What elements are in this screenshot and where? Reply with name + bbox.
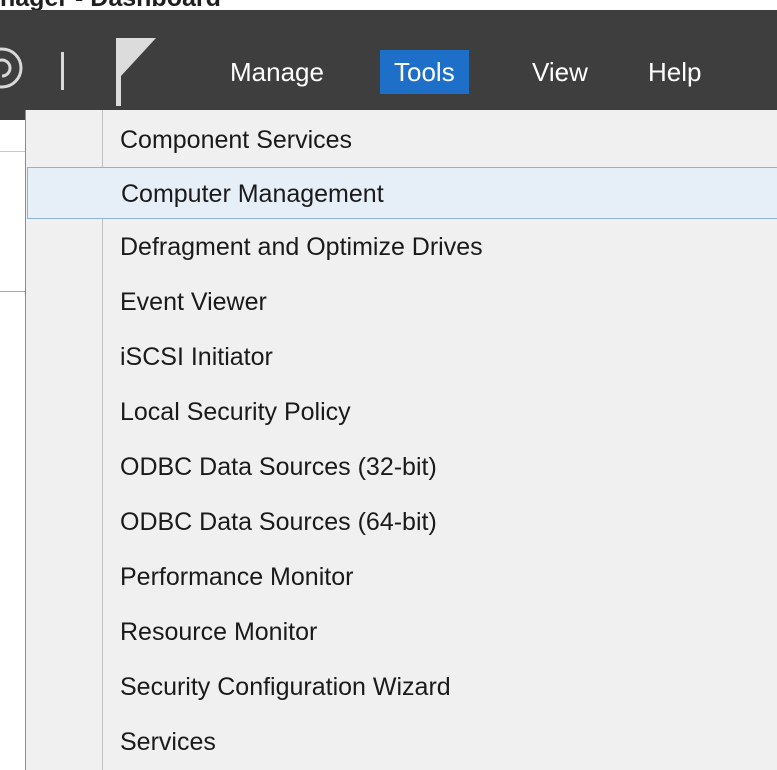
menu-item-defragment-optimize-drives[interactable]: Defragment and Optimize Drives bbox=[27, 221, 777, 273]
menu-item-label: ODBC Data Sources (32-bit) bbox=[120, 453, 437, 481]
toolbar: Manage Tools View Help bbox=[0, 10, 777, 120]
window-title-partial: nager - Dashboard bbox=[0, 0, 221, 10]
menu-item-iscsi-initiator[interactable]: iSCSI Initiator bbox=[27, 331, 777, 383]
menu-item-label: Computer Management bbox=[121, 180, 384, 208]
menu-item-label: Services bbox=[120, 728, 216, 756]
menu-item-services[interactable]: Services bbox=[27, 716, 777, 768]
menu-item-label: Performance Monitor bbox=[120, 563, 354, 591]
menu-item-local-security-policy[interactable]: Local Security Policy bbox=[27, 386, 777, 438]
menu-item-label: Event Viewer bbox=[120, 288, 267, 316]
flag-icon[interactable] bbox=[112, 36, 162, 108]
menu-item-label: Security Configuration Wizard bbox=[120, 673, 451, 701]
refresh-icon[interactable] bbox=[0, 46, 24, 90]
menu-item-computer-management[interactable]: Computer Management bbox=[27, 167, 777, 219]
toolbar-separator bbox=[61, 52, 64, 90]
menu-help[interactable]: Help bbox=[634, 50, 715, 94]
menu-item-resource-monitor[interactable]: Resource Monitor bbox=[27, 606, 777, 658]
menu-tools[interactable]: Tools bbox=[380, 50, 469, 94]
menu-item-odbc-64[interactable]: ODBC Data Sources (64-bit) bbox=[27, 496, 777, 548]
menu-item-label: iSCSI Initiator bbox=[120, 343, 273, 371]
window-title-strip: nager - Dashboard bbox=[0, 0, 777, 10]
menu-manage[interactable]: Manage bbox=[216, 50, 338, 94]
menu-item-label: ODBC Data Sources (64-bit) bbox=[120, 508, 437, 536]
menu-item-security-configuration-wizard[interactable]: Security Configuration Wizard bbox=[27, 661, 777, 713]
menu-item-label: Local Security Policy bbox=[120, 398, 351, 426]
menu-item-label: Defragment and Optimize Drives bbox=[120, 233, 483, 261]
menu-item-label: Component Services bbox=[120, 126, 353, 154]
menu-view[interactable]: View bbox=[518, 50, 602, 94]
tools-dropdown-menu: Component Services Computer Management D… bbox=[25, 110, 777, 770]
menu-item-component-services[interactable]: Component Services bbox=[27, 114, 777, 166]
menu-item-label: Resource Monitor bbox=[120, 618, 318, 646]
menu-item-odbc-32[interactable]: ODBC Data Sources (32-bit) bbox=[27, 441, 777, 493]
menu-item-performance-monitor[interactable]: Performance Monitor bbox=[27, 551, 777, 603]
menu-item-event-viewer[interactable]: Event Viewer bbox=[27, 276, 777, 328]
